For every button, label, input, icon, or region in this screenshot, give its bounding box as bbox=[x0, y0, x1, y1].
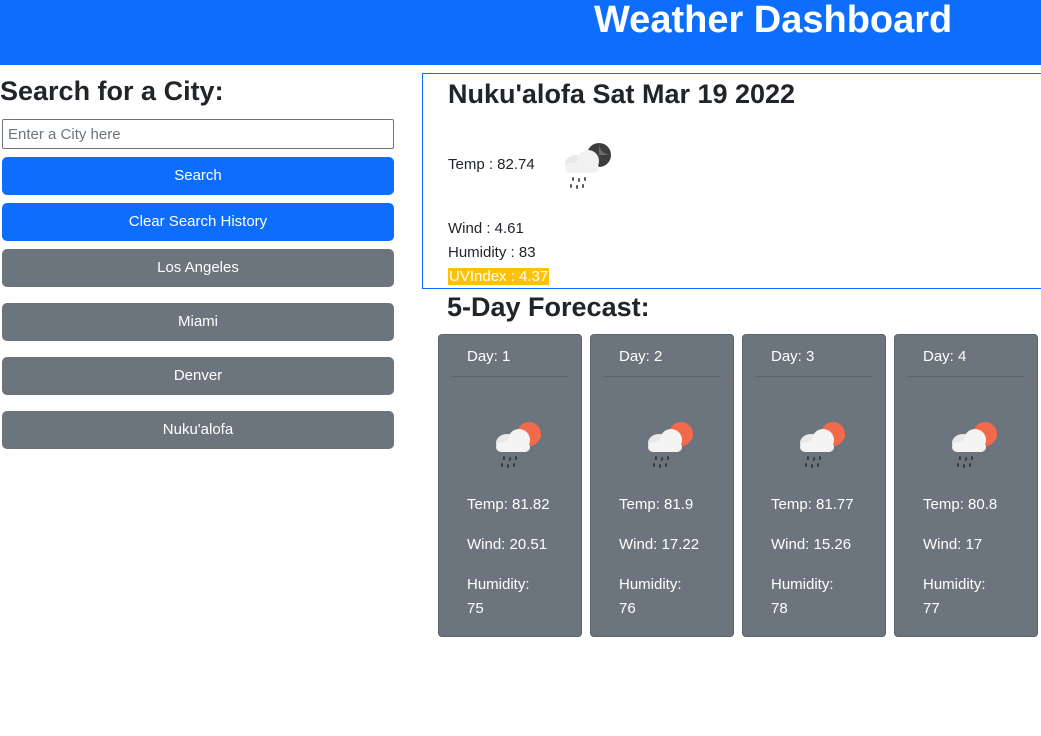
history-city-button[interactable]: Denver bbox=[2, 357, 394, 395]
forecast-humidity-label: Humidity: bbox=[467, 576, 530, 593]
search-heading: Search for a City: bbox=[0, 76, 224, 106]
current-weather-panel: Nuku'alofa Sat Mar 19 2022 Temp : 82.74 … bbox=[422, 73, 1041, 289]
forecast-temp: Temp: 81.82 bbox=[467, 496, 550, 513]
rain-night-icon bbox=[565, 143, 611, 189]
history-city-button[interactable]: Nuku'alofa bbox=[2, 411, 394, 449]
rain-sun-icon bbox=[496, 422, 541, 468]
forecast-day-label: Day: 2 bbox=[603, 337, 721, 377]
current-humidity: Humidity : 83 bbox=[448, 244, 536, 261]
forecast-humidity-label: Humidity: bbox=[923, 576, 986, 593]
history-city-button[interactable]: Los Angeles bbox=[2, 249, 394, 287]
forecast-humidity-value: 78 bbox=[771, 600, 788, 617]
forecast-day-label: Day: 1 bbox=[451, 337, 569, 377]
city-search-input[interactable] bbox=[2, 119, 394, 149]
forecast-card: Day: 1 Temp: 81.82 Wind: 20.51 Humidity:… bbox=[438, 334, 582, 637]
current-temp: Temp : 82.74 bbox=[448, 156, 535, 173]
forecast-wind: Wind: 20.51 bbox=[467, 536, 548, 553]
rain-sun-icon bbox=[648, 422, 693, 468]
rain-sun-icon bbox=[952, 422, 997, 468]
forecast-temp: Temp: 81.9 bbox=[619, 496, 694, 513]
forecast-day-label: Day: 4 bbox=[907, 337, 1025, 377]
page-title: Weather Dashboard bbox=[594, 0, 953, 41]
history-city-button[interactable]: Miami bbox=[2, 303, 394, 341]
uv-index-badge: UVIndex : 4.37 bbox=[448, 268, 550, 285]
forecast-humidity-label: Humidity: bbox=[619, 576, 682, 593]
forecast-temp: Temp: 81.77 bbox=[771, 496, 854, 513]
current-wind: Wind : 4.61 bbox=[448, 220, 524, 237]
forecast-wind: Wind: 17.22 bbox=[619, 536, 700, 553]
clear-history-button[interactable]: Clear Search History bbox=[2, 203, 394, 241]
forecast-heading: 5-Day Forecast: bbox=[447, 292, 650, 322]
forecast-wind: Wind: 15.26 bbox=[771, 536, 852, 553]
forecast-humidity-value: 76 bbox=[619, 600, 636, 617]
forecast-card: Day: 3 Temp: 81.77 Wind: 15.26 Humidity:… bbox=[742, 334, 886, 637]
forecast-humidity-value: 77 bbox=[923, 600, 940, 617]
forecast-humidity-value: 75 bbox=[467, 600, 484, 617]
page-header: Weather Dashboard bbox=[0, 0, 1041, 65]
forecast-day-label: Day: 3 bbox=[755, 337, 873, 377]
forecast-wind: Wind: 17 bbox=[923, 536, 983, 553]
current-city-date: Nuku'alofa Sat Mar 19 2022 bbox=[448, 79, 796, 109]
forecast-card: Day: 2 Temp: 81.9 Wind: 17.22 Humidity: … bbox=[590, 334, 734, 637]
search-button[interactable]: Search bbox=[2, 157, 394, 195]
rain-sun-icon bbox=[800, 422, 845, 468]
forecast-humidity-label: Humidity: bbox=[771, 576, 834, 593]
forecast-card: Day: 4 Temp: 80.8 Wind: 17 Humidity: 77 bbox=[894, 334, 1038, 637]
forecast-temp: Temp: 80.8 bbox=[923, 496, 998, 513]
